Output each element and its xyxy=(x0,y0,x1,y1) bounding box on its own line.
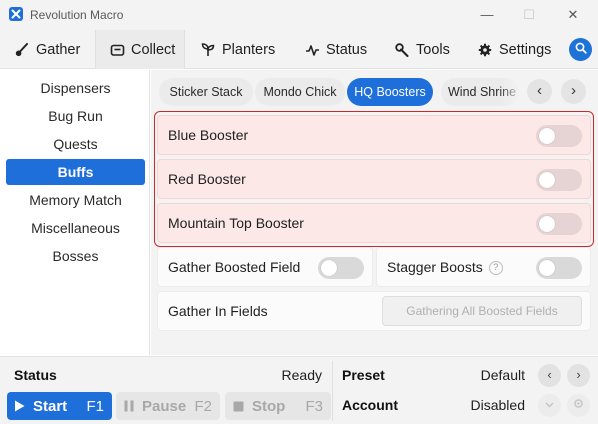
chevron-right-icon: › xyxy=(576,367,581,382)
gather-in-fields-label: Gather In Fields xyxy=(168,303,268,319)
red-booster-row: Red Booster xyxy=(157,159,591,199)
stagger-boosts-toggle[interactable] xyxy=(536,257,582,279)
preset-label: Preset xyxy=(342,367,385,383)
main-tab-bar: Gather Collect Planters Status Tools Set… xyxy=(0,30,598,69)
sprout-icon xyxy=(200,42,216,58)
stop-hotkey: F3 xyxy=(305,397,323,415)
wrench-icon xyxy=(394,42,410,58)
maximize-button[interactable]: ☐ xyxy=(514,4,544,26)
footer-bar: Status Ready Start F1 Pause F2 Stop F3 P… xyxy=(0,356,598,424)
tab-planters[interactable]: Planters xyxy=(200,30,275,69)
sidebar-item-bug-run[interactable]: Bug Run xyxy=(6,103,145,129)
help-icon[interactable]: ? xyxy=(488,261,503,276)
stagger-boosts-label: Stagger Boosts xyxy=(387,259,483,275)
pause-label: Pause xyxy=(142,397,187,415)
tab-label: Collect xyxy=(131,41,176,58)
mountain-top-booster-toggle[interactable] xyxy=(536,213,582,235)
brush-icon xyxy=(14,42,30,58)
search-icon xyxy=(575,41,587,59)
sidebar-item-memory-match[interactable]: Memory Match xyxy=(6,187,145,213)
subtab-mondo-chick[interactable]: Mondo Chick xyxy=(255,78,345,106)
minimize-button[interactable]: — xyxy=(472,4,502,26)
stop-button[interactable]: Stop F3 xyxy=(225,392,331,420)
tab-label: Gather xyxy=(36,41,81,58)
mountain-top-booster-label: Mountain Top Booster xyxy=(168,215,304,231)
sidebar-item-buffs[interactable]: Buffs xyxy=(6,159,145,185)
subtab-prev-button[interactable]: ‹ xyxy=(527,79,552,104)
chevron-left-icon: ‹ xyxy=(547,367,552,382)
red-booster-label: Red Booster xyxy=(168,171,246,187)
pause-hotkey: F2 xyxy=(194,397,212,415)
red-booster-toggle[interactable] xyxy=(536,169,582,191)
sidebar-item-quests[interactable]: Quests xyxy=(6,131,145,157)
mountain-top-booster-row: Mountain Top Booster xyxy=(157,203,591,243)
collect-icon xyxy=(110,42,125,58)
start-hotkey: F1 xyxy=(86,397,104,415)
account-dropdown-button[interactable] xyxy=(538,394,561,417)
start-button[interactable]: Start F1 xyxy=(7,392,112,420)
tab-settings[interactable]: Settings xyxy=(477,30,551,69)
stop-icon xyxy=(233,401,244,411)
gather-boosted-field-row: Gather Boosted Field xyxy=(157,247,373,287)
gathering-fields-button[interactable]: Gathering All Boosted Fields xyxy=(382,296,582,326)
gather-in-fields-row: Gather In Fields Gathering All Boosted F… xyxy=(157,291,591,331)
sidebar-item-miscellaneous[interactable]: Miscellaneous xyxy=(6,215,145,241)
buffs-panel: Sticker Stack Mondo Chick HQ Boosters Wi… xyxy=(151,70,598,355)
footer-divider xyxy=(332,361,333,421)
subtab-next-button[interactable]: › xyxy=(561,79,586,104)
subtab-hq-boosters[interactable]: HQ Boosters xyxy=(347,78,433,106)
pulse-icon xyxy=(304,42,320,58)
sidebar-item-bosses[interactable]: Bosses xyxy=(6,243,145,269)
window-title: Revolution Macro xyxy=(30,8,124,22)
gear-icon xyxy=(574,399,583,408)
search-button[interactable] xyxy=(569,38,592,61)
tab-status[interactable]: Status xyxy=(304,30,367,69)
tab-label: Status xyxy=(326,41,368,58)
account-value: Disabled xyxy=(470,397,525,413)
tab-gather[interactable]: Gather xyxy=(14,30,80,69)
app-logo-icon xyxy=(9,7,23,21)
title-bar: Revolution Macro — ☐ ✕ xyxy=(0,0,598,30)
subtab-sticker-stack[interactable]: Sticker Stack xyxy=(159,78,253,106)
stagger-boosts-row: Stagger Boosts? xyxy=(376,247,591,287)
stop-label: Stop xyxy=(252,397,286,415)
gather-boosted-field-label: Gather Boosted Field xyxy=(168,259,301,275)
account-settings-button[interactable] xyxy=(567,394,590,417)
sidebar-item-dispensers[interactable]: Dispensers xyxy=(6,75,145,101)
tab-label: Settings xyxy=(499,41,552,58)
close-button[interactable]: ✕ xyxy=(558,4,588,26)
preset-next-button[interactable]: › xyxy=(567,364,590,387)
chevron-down-icon xyxy=(545,402,554,408)
subtab-fade xyxy=(499,78,523,106)
preset-prev-button[interactable]: ‹ xyxy=(538,364,561,387)
play-icon xyxy=(15,400,25,412)
status-label: Status xyxy=(14,367,57,383)
status-value: Ready xyxy=(281,367,322,383)
blue-booster-toggle[interactable] xyxy=(536,125,582,147)
pause-button[interactable]: Pause F2 xyxy=(116,392,220,420)
tab-label: Planters xyxy=(222,41,276,58)
gather-boosted-field-toggle[interactable] xyxy=(318,257,364,279)
preset-value: Default xyxy=(480,367,525,383)
tab-label: Tools xyxy=(416,41,450,58)
blue-booster-label: Blue Booster xyxy=(168,127,249,143)
account-label: Account xyxy=(342,397,398,413)
start-label: Start xyxy=(33,397,68,415)
sidebar: Dispensers Bug Run Quests Buffs Memory M… xyxy=(0,70,150,355)
tab-tools[interactable]: Tools xyxy=(394,30,450,69)
gear-icon xyxy=(477,42,493,58)
pause-icon xyxy=(124,400,134,412)
blue-booster-row: Blue Booster xyxy=(157,115,591,155)
tab-collect[interactable]: Collect xyxy=(95,30,185,69)
